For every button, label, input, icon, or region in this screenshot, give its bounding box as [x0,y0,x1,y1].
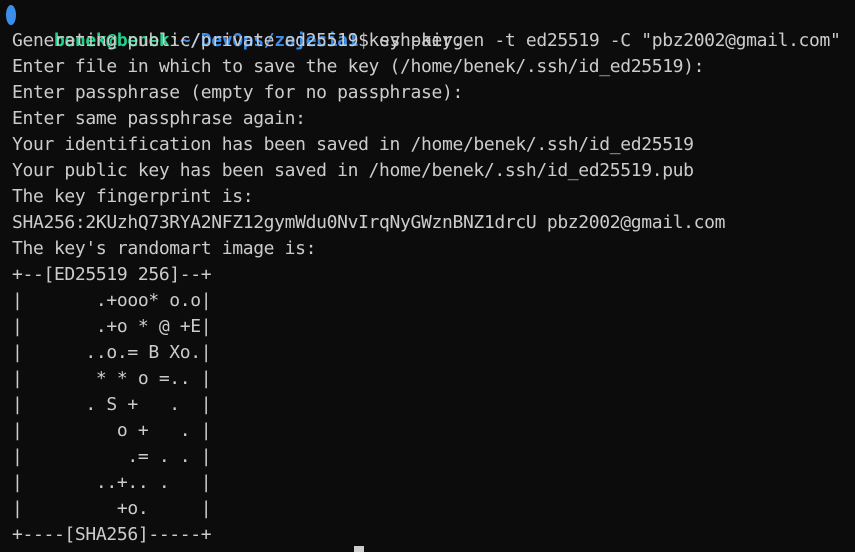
randomart-row: | o + . | [12,420,212,441]
randomart-row: | .+o * @ +E| [12,316,212,337]
randomart-row: | ..o.= B Xo.| [12,342,212,363]
randomart-row: | ..+.. . | [12,472,212,493]
terminal-window[interactable]: benek@benek:~/DevOps/zajecia1$ ssh-keyge… [0,0,855,552]
output-line: Enter same passphrase again: [12,108,306,129]
output-line: Enter file in which to save the key (/ho… [12,56,705,77]
prompt-line: benek@benek:~/DevOps/zajecia1$ ssh-keyge… [6,2,841,51]
output-line: Generating public/private ed25519 key pa… [12,30,463,51]
fingerprint-line: SHA256:2KUzhQ73RYA2NFZ12gymWdu0NvIrqNyGW… [12,212,726,233]
randomart-border-bottom: +----[SHA256]-----+ [12,524,212,545]
randomart-row: | .= . . | [12,446,212,467]
output-line: Enter passphrase (empty for no passphras… [12,82,463,103]
output-line: Your identification has been saved in /h… [12,134,694,155]
randomart-row: | . S + . | [12,394,212,415]
randomart-row: | .+ooo* o.o| [12,290,212,311]
randomart-row: | +o. | [12,498,212,519]
output-line: Your public key has been saved in /home/… [12,160,694,181]
randomart-row: | * * o =.. | [12,368,212,389]
randomart-border-top: +--[ED25519 256]--+ [12,264,212,285]
text-cursor [354,546,364,552]
output-line: The key's randomart image is: [12,238,317,259]
output-line: The key fingerprint is: [12,186,254,207]
prompt-marker-icon [6,5,16,25]
